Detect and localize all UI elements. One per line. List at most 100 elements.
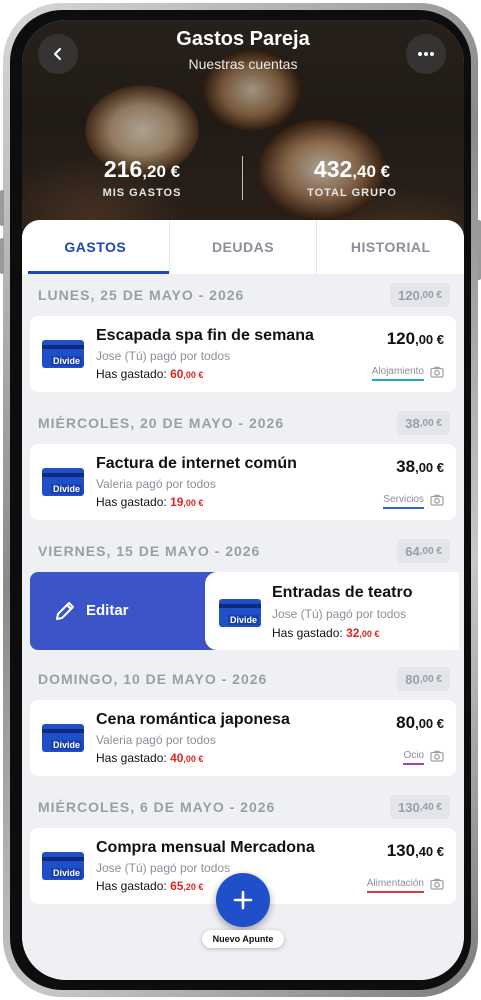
tab-gastos[interactable]: GASTOS <box>22 220 169 274</box>
day-total-int: 38 <box>405 415 420 431</box>
expense-payer: Jose (Tú) pagó por todos <box>96 861 231 875</box>
spent-amount: 32,00 € <box>346 626 379 640</box>
spent-label: Has gastado: <box>272 626 343 640</box>
camera-icon[interactable] <box>430 366 444 378</box>
edit-swipe-action[interactable]: Editar <box>30 572 225 650</box>
divide-logo: Divide <box>42 340 84 368</box>
day-total-int: 64 <box>405 543 420 559</box>
stats-divider <box>242 156 243 200</box>
camera-icon[interactable] <box>430 750 444 762</box>
expense-card[interactable]: Divide Factura de internet común Valeria… <box>30 444 456 520</box>
day-header: VIERNES, 15 DE MAYO - 2026 64,00 € <box>22 536 464 566</box>
logo-text: Divide <box>50 740 82 750</box>
page-subtitle: Nuestras cuentas <box>188 56 298 72</box>
new-entry-label[interactable]: Nuevo Apunte <box>202 930 284 948</box>
logo-text: Divide <box>50 868 82 878</box>
new-entry-button[interactable] <box>216 873 270 927</box>
tab-bar: GASTOS DEUDAS HISTORIAL <box>22 220 464 274</box>
amount-dec: ,00 € <box>415 460 444 475</box>
amount-int: 120 <box>386 329 416 348</box>
spent-dec: ,00 € <box>183 370 204 380</box>
edit-label: Editar <box>86 602 129 619</box>
category-tag[interactable]: Servicios <box>383 494 424 509</box>
amount-dec: ,00 € <box>415 332 444 347</box>
day-total-int: 80 <box>405 671 420 687</box>
expense-spent: Has gastado: 40,00 € <box>96 751 203 765</box>
logo-stripe <box>42 345 84 349</box>
expense-card-swiped[interactable]: Divide Entradas de teatro Jose (Tú) pagó… <box>205 572 459 650</box>
category-tag[interactable]: Alimentación <box>366 878 424 893</box>
group-total-dec: ,40 € <box>352 162 391 181</box>
spent-label: Has gastado: <box>96 879 167 893</box>
day-date: MIÉRCOLES, 20 DE MAYO - 2026 <box>38 415 285 431</box>
volume-down-button <box>0 238 4 274</box>
my-expenses-label: MIS GASTOS <box>102 187 182 199</box>
my-expenses-amount: 216,20 € <box>42 156 242 183</box>
expense-amount: 130,40 € <box>387 841 444 861</box>
logo-stripe <box>42 473 84 477</box>
spent-amount: 65,20 € <box>170 879 203 893</box>
camera-icon[interactable] <box>430 878 444 890</box>
expense-spent: Has gastado: 32,00 € <box>272 626 379 640</box>
expense-payer: Jose (Tú) pagó por todos <box>96 349 231 363</box>
day-total-badge: 130,40 € <box>390 795 450 819</box>
expense-title: Escapada spa fin de semana <box>96 327 314 344</box>
my-expenses-dec: ,20 € <box>142 162 181 181</box>
spent-dec: ,00 € <box>183 754 204 764</box>
day-total-dec: ,00 € <box>419 673 442 685</box>
expense-title: Entradas de teatro <box>272 584 413 601</box>
spent-int: 40 <box>170 751 184 765</box>
day-total-badge: 64,00 € <box>397 539 450 563</box>
day-header: MIÉRCOLES, 20 DE MAYO - 2026 38,00 € <box>22 408 464 438</box>
spent-amount: 60,00 € <box>170 367 203 381</box>
day-date: MIÉRCOLES, 6 DE MAYO - 2026 <box>38 799 276 815</box>
day-total-badge: 120,00 € <box>390 283 450 307</box>
pencil-icon <box>56 602 74 620</box>
camera-icon[interactable] <box>430 494 444 506</box>
expense-card[interactable]: Divide Escapada spa fin de semana Jose (… <box>30 316 456 392</box>
logo-text: Divide <box>50 484 82 494</box>
spent-dec: ,20 € <box>183 882 204 892</box>
day-total-badge: 38,00 € <box>397 411 450 435</box>
group-total-label: TOTAL GRUPO <box>307 187 397 199</box>
day-date: DOMINGO, 10 DE MAYO - 2026 <box>38 671 268 687</box>
expense-title: Compra mensual Mercadona <box>96 839 315 856</box>
spent-int: 19 <box>170 495 184 509</box>
divide-logo: Divide <box>42 468 84 496</box>
tab-deudas[interactable]: DEUDAS <box>168 220 317 274</box>
amount-int: 80 <box>396 713 416 732</box>
amount-int: 38 <box>396 457 416 476</box>
category-tag[interactable]: Ocio <box>403 750 424 765</box>
spent-int: 32 <box>346 626 360 640</box>
my-expenses-int: 216 <box>103 156 143 182</box>
spent-amount: 19,00 € <box>170 495 203 509</box>
logo-stripe <box>219 604 261 608</box>
app-screen: Gastos Pareja Nuestras cuentas 216,20 € … <box>22 20 464 980</box>
logo-stripe <box>42 729 84 733</box>
my-expenses-stat: 216,20 € MIS GASTOS <box>42 156 242 199</box>
category-tag[interactable]: Alojamiento <box>371 366 424 381</box>
logo-text: Divide <box>227 615 259 625</box>
tab-historial[interactable]: HISTORIAL <box>316 220 464 274</box>
expense-card[interactable]: Divide Cena romántica japonesa Valeria p… <box>30 700 456 776</box>
expense-spent: Has gastado: 60,00 € <box>96 367 203 381</box>
amount-dec: ,00 € <box>415 716 444 731</box>
divide-logo: Divide <box>42 852 84 880</box>
spent-int: 65 <box>170 879 184 893</box>
expense-title: Cena romántica japonesa <box>96 711 290 728</box>
spent-int: 60 <box>170 367 184 381</box>
logo-stripe <box>42 857 84 861</box>
spent-amount: 40,00 € <box>170 751 203 765</box>
day-total-int: 120 <box>398 287 420 303</box>
expense-title: Factura de internet común <box>96 455 297 472</box>
expense-amount: 80,00 € <box>396 713 444 733</box>
day-total-int: 130 <box>398 799 420 815</box>
day-total-dec: ,00 € <box>419 545 442 557</box>
day-total-dec: ,40 € <box>419 801 442 813</box>
expense-amount: 38,00 € <box>396 457 444 477</box>
power-button <box>477 220 481 280</box>
amount-int: 130 <box>386 841 416 860</box>
logo-text: Divide <box>50 356 82 366</box>
day-header: LUNES, 25 DE MAYO - 2026 120,00 € <box>22 280 464 310</box>
amount-dec: ,40 € <box>415 844 444 859</box>
